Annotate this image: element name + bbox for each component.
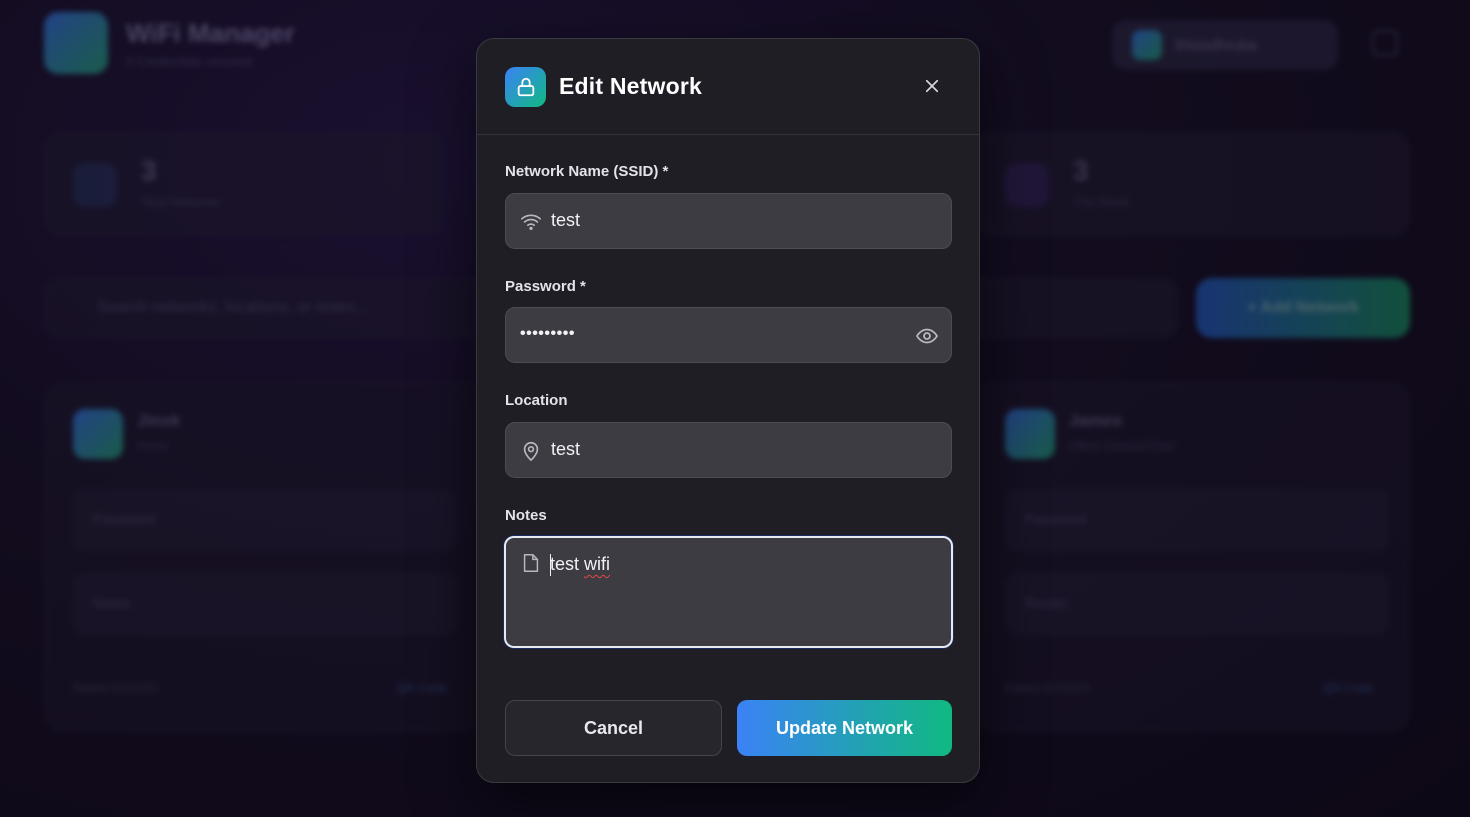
- cancel-button[interactable]: Cancel: [505, 700, 722, 756]
- added-date: Added 3/2/2025: [73, 681, 158, 695]
- app-subtitle: 0 Credentials secured: [126, 54, 253, 69]
- edit-network-modal: Edit Network Network Name (SSID) * test …: [476, 38, 980, 783]
- close-icon[interactable]: [921, 75, 943, 97]
- password-row: Password: [73, 489, 457, 551]
- modal-title: Edit Network: [559, 73, 702, 99]
- network-location: Home: [137, 439, 170, 453]
- network-card: Jinxk Home Password Notes Added 3/2/2025…: [44, 382, 484, 732]
- stat-value: 3: [1073, 155, 1089, 186]
- notes-word: test: [550, 554, 580, 574]
- network-name: Jinxk: [137, 411, 181, 430]
- notes-input-text[interactable]: test wifi: [550, 554, 610, 575]
- file-icon: [520, 552, 542, 574]
- notes-row: Notes: [73, 573, 457, 635]
- stat-value: 3: [141, 155, 157, 186]
- password-field[interactable]: •••••••••: [505, 307, 952, 363]
- add-network-button[interactable]: + Add Network: [1196, 278, 1410, 338]
- notes-row: Router: [1005, 573, 1389, 635]
- logout-icon[interactable]: [1372, 30, 1398, 56]
- map-pin-icon: [520, 440, 542, 462]
- location-input[interactable]: test: [551, 439, 580, 460]
- notes-misspelled-word: wifi: [584, 554, 611, 574]
- update-network-button[interactable]: Update Network: [737, 700, 952, 756]
- stat-label: Total Networks: [141, 195, 220, 209]
- modal-header: Edit Network: [477, 39, 979, 135]
- notes-textarea[interactable]: test wifi: [504, 536, 953, 648]
- ssid-field[interactable]: test: [505, 193, 952, 249]
- location-field[interactable]: test: [505, 422, 952, 478]
- user-name: thisisdhruba: [1176, 36, 1257, 54]
- lock-icon: [505, 66, 546, 107]
- qr-code-link[interactable]: QR Code: [1323, 681, 1373, 695]
- network-card: James Office Ground Floor Password Route…: [976, 382, 1410, 732]
- network-location: Office Ground Floor: [1069, 439, 1175, 453]
- wifi-icon: [520, 211, 542, 233]
- network-name: James: [1069, 411, 1122, 430]
- avatar: [1132, 30, 1162, 60]
- ssid-input[interactable]: test: [551, 210, 580, 231]
- app-logo: [44, 12, 108, 74]
- wifi-icon: [73, 163, 117, 207]
- qr-code-link[interactable]: QR Code: [397, 681, 447, 695]
- stat-card-week: 3 This Week: [976, 132, 1410, 236]
- user-menu[interactable]: thisisdhruba: [1112, 20, 1338, 70]
- eye-icon[interactable]: [915, 324, 939, 348]
- password-label: Password *: [505, 278, 586, 295]
- added-date: Added 3/2/2025: [1005, 681, 1090, 695]
- wifi-icon: [73, 409, 123, 459]
- ssid-label: Network Name (SSID) *: [505, 163, 669, 180]
- app-title: WiFi Manager: [126, 18, 295, 48]
- password-input[interactable]: •••••••••: [520, 325, 575, 343]
- stat-label: This Week: [1073, 195, 1130, 209]
- clock-icon: [1005, 163, 1049, 207]
- password-row: Password: [1005, 489, 1389, 551]
- stat-card-total: 3 Total Networks: [44, 132, 444, 236]
- wifi-icon: [1005, 409, 1055, 459]
- notes-label: Notes: [505, 507, 547, 524]
- location-label: Location: [505, 392, 568, 409]
